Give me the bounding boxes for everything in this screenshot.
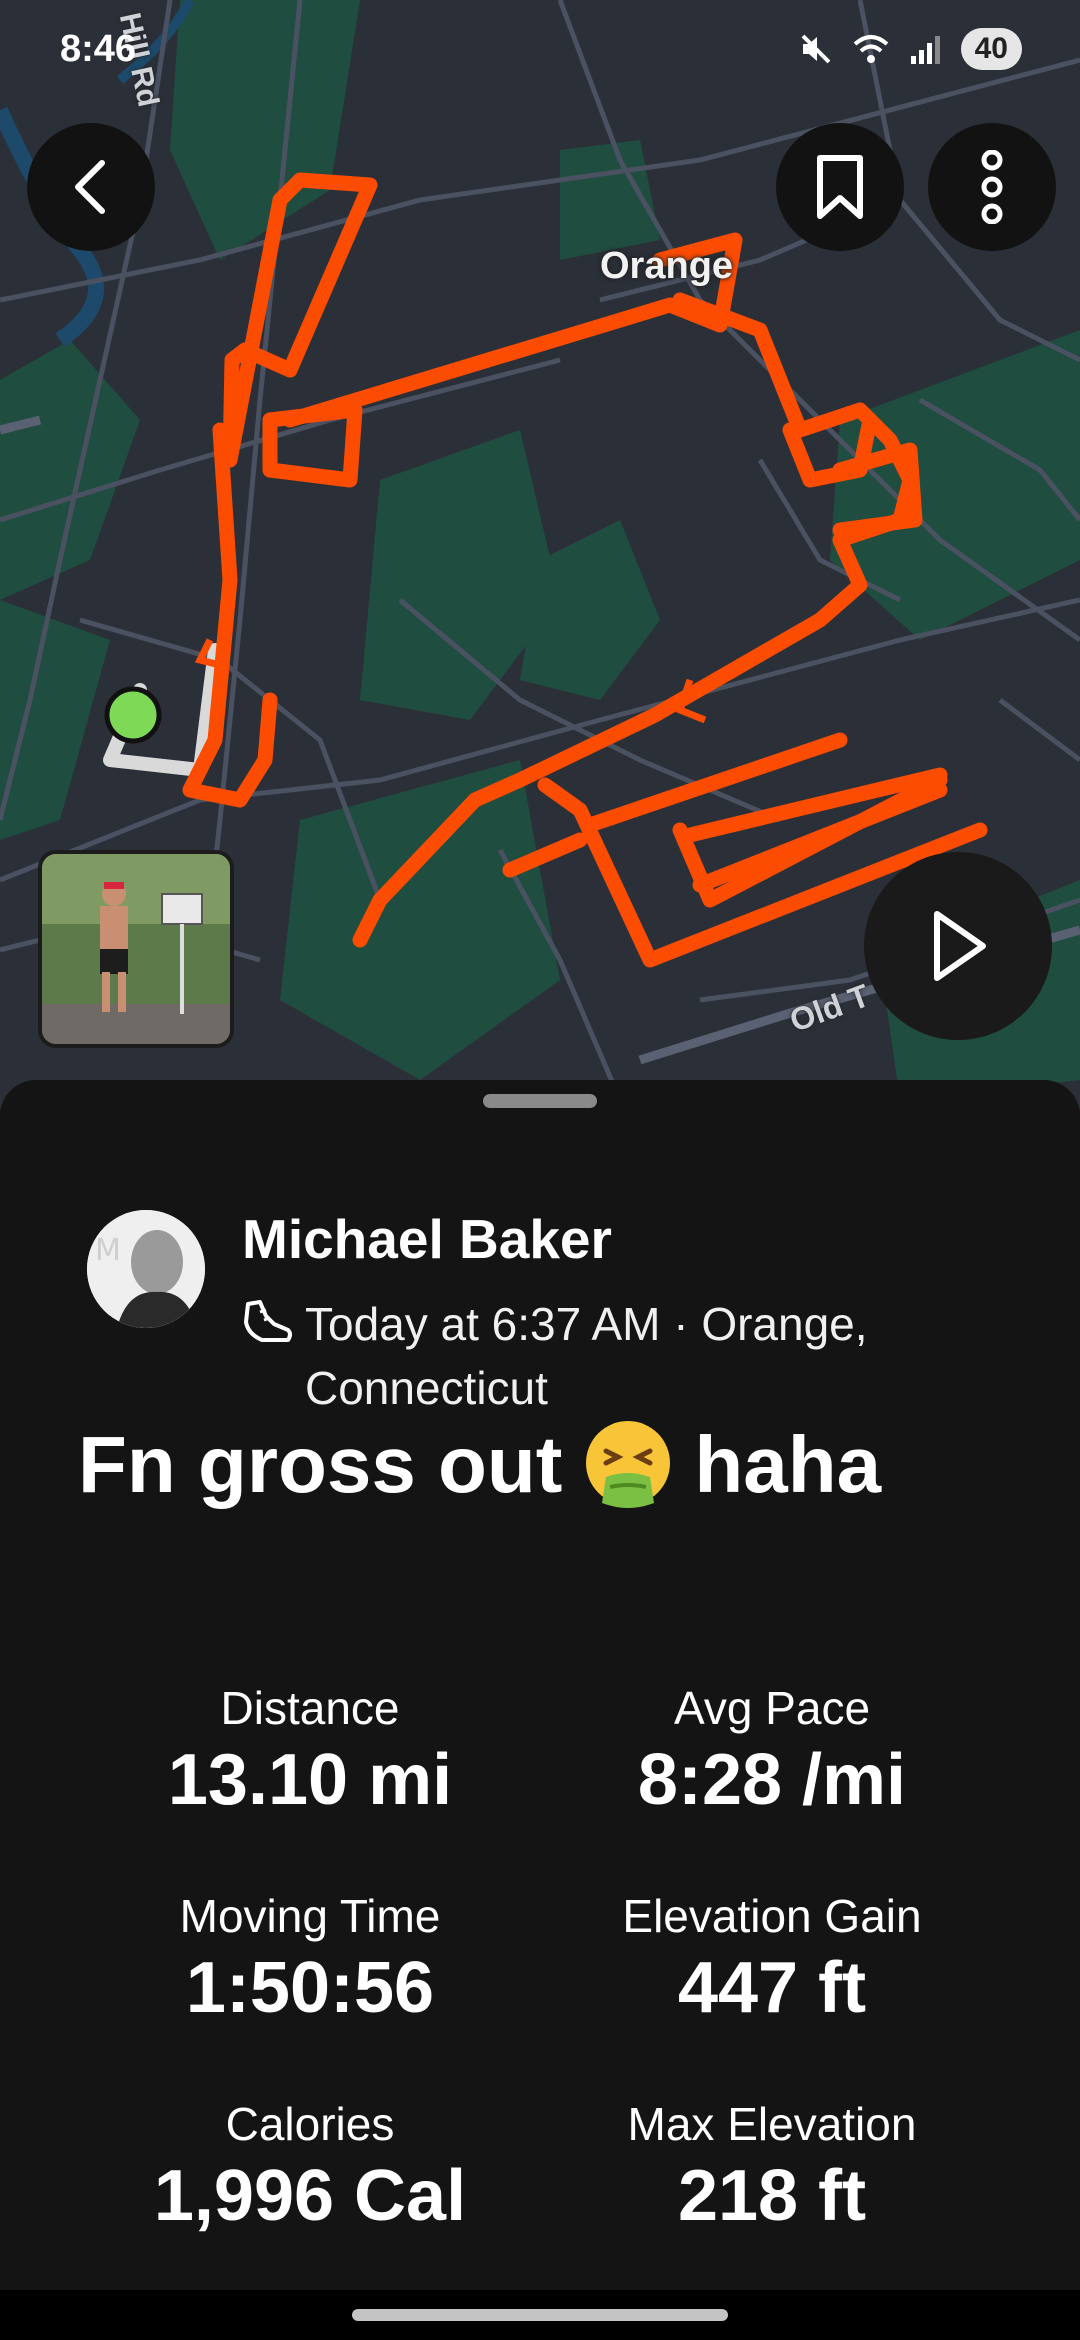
stat-value: 1,996 Cal [153, 2156, 467, 2236]
stat-max-elevation: Max Elevation 218 ft [542, 2096, 1002, 2240]
stat-avg-pace: Avg Pace 8:28 /mi [542, 1680, 1002, 1824]
status-icons: 40 [799, 28, 1022, 70]
stat-value: 13.10 mi [167, 1740, 453, 1820]
stat-value: 218 ft [677, 2156, 867, 2236]
bookmark-button[interactable] [776, 123, 904, 251]
activity-photo-thumbnail[interactable] [38, 850, 234, 1048]
home-indicator[interactable] [352, 2309, 728, 2321]
stat-label: Distance [220, 1682, 400, 1734]
chevron-left-icon [75, 160, 105, 214]
bookmark-icon [817, 155, 863, 219]
activity-title-text-end: haha [694, 1420, 882, 1509]
activity-meta-text: Today at 6:37 AM · Orange, Connecticut [305, 1298, 868, 1414]
photo-image [42, 854, 230, 1044]
status-time: 8:46 [60, 28, 137, 70]
map-label-town: Orange [600, 245, 734, 287]
avatar-image: M [87, 1210, 205, 1328]
activity-meta: Today at 6:37 AM · Orange, Connecticut [240, 1292, 980, 1420]
wifi-icon [853, 35, 888, 63]
stat-elevation-gain: Elevation Gain 447 ft [542, 1888, 1002, 2032]
play-icon [934, 911, 986, 981]
sheet-drag-handle[interactable] [483, 1094, 597, 1108]
stat-distance: Distance 13.10 mi [80, 1680, 540, 1824]
stat-value: 1:50:56 [185, 1948, 435, 2028]
more-options-button[interactable] [928, 123, 1056, 251]
stat-moving-time: Moving Time 1:50:56 [80, 1888, 540, 2032]
svg-text:M: M [95, 1233, 121, 1268]
stat-value: 8:28 /mi [637, 1740, 907, 1820]
shoe-icon [244, 1300, 292, 1342]
battery-indicator: 40 [960, 28, 1022, 70]
back-button[interactable] [27, 123, 155, 251]
stat-calories: Calories 1,996 Cal [80, 2096, 540, 2240]
status-bar: 8:46 40 [0, 0, 1080, 100]
signal-icon [910, 36, 940, 64]
stat-label: Elevation Gain [622, 1890, 922, 1942]
activity-title: Fn gross out haha [78, 1417, 881, 1513]
athlete-name[interactable]: Michael Baker [242, 1207, 612, 1271]
nauseated-face-icon [586, 1421, 671, 1508]
stat-label: Avg Pace [673, 1682, 871, 1734]
stat-label: Moving Time [179, 1890, 441, 1942]
athlete-avatar[interactable]: M [87, 1210, 205, 1328]
play-flyover-button[interactable] [864, 852, 1052, 1040]
more-vertical-icon [981, 150, 1003, 224]
mute-icon [801, 34, 831, 64]
stat-label: Calories [225, 2098, 395, 2150]
activity-title-text-start: Fn gross out [78, 1420, 563, 1509]
stat-label: Max Elevation [627, 2098, 917, 2150]
stat-value: 447 ft [677, 1948, 867, 2028]
